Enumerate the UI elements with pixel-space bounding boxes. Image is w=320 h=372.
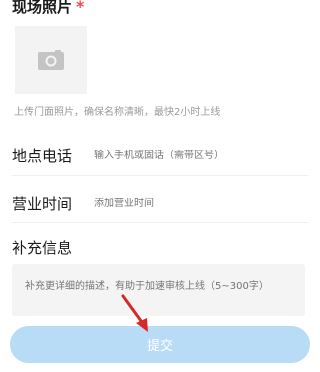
phone-input[interactable] (94, 149, 294, 161)
hours-label: 营业时间 (12, 194, 73, 213)
extra-info-textarea[interactable] (25, 277, 292, 303)
divider (12, 222, 308, 223)
divider (12, 175, 308, 176)
extra-info-label: 补充信息 (12, 239, 73, 257)
photo-title: 现场照片 (12, 0, 73, 16)
upload-hint: 上传门面照片，确保名称清晰，最快2小时上线 (14, 107, 221, 118)
page: 现场照片* 上传门面照片，确保名称清晰，最快2小时上线 地点电话 营业时间 补充… (0, 0, 320, 372)
red-arrow-annotation (121, 294, 148, 332)
hours-row[interactable]: 营业时间 (12, 192, 308, 214)
photo-title-wrap: 现场照片 * (12, 0, 84, 17)
submit-button[interactable]: 提交 (10, 326, 310, 363)
hours-input[interactable] (94, 197, 294, 209)
extra-info-box[interactable] (12, 264, 305, 316)
photo-upload-button[interactable] (15, 26, 87, 94)
phone-label: 地点电话 (12, 146, 73, 165)
phone-row: 地点电话 (12, 144, 308, 166)
required-mark: * (76, 0, 85, 16)
camera-icon (38, 50, 64, 70)
